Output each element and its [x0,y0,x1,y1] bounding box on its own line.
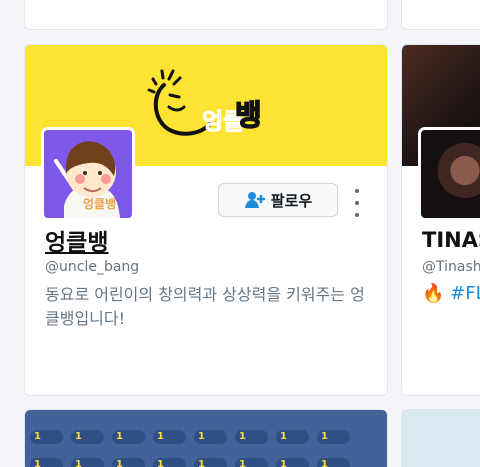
next-profile-bio[interactable]: 🔥 #FL [422,283,480,304]
pattern-chip: 1 [317,458,350,467]
profile-grid: 엉클 뱅 엉클뱅 팔로우 엉클뱅 @uncle_bang 동요로 어린이의 창의… [0,0,480,467]
pattern-chip: 1 [30,430,63,444]
uncle-bang-logo: 엉클 뱅 [147,69,262,136]
follow-label: 팔로우 [270,192,313,210]
pattern-chip: 1 [71,458,104,467]
pattern-chip: 1 [112,458,145,467]
person-add-icon [244,192,266,208]
pattern-chip: 1 [153,458,186,467]
pattern-chip: 1 [71,430,104,444]
pattern-chip: 1 [235,430,268,444]
pattern-chip: 1 [112,430,145,444]
follow-button[interactable]: 팔로우 [218,183,338,217]
logo-text-2: 뱅 [235,98,262,132]
profile-handle: @uncle_bang [45,259,140,275]
pattern-chip: 1 [276,430,309,444]
bottom-photo-card[interactable] [401,409,480,467]
next-profile-avatar[interactable] [418,127,480,221]
profile-card[interactable]: 엉클 뱅 엉클뱅 팔로우 엉클뱅 @uncle_bang 동요로 어린이의 창의… [24,44,388,396]
pattern-chip: 1 [276,458,309,467]
previous-profile-card-bottom-right[interactable] [401,0,480,30]
next-profile-card[interactable]: TINAS @Tinash 🔥 #FL [401,44,480,396]
profile-bio: 동요로 어린이의 창의력과 상상력을 키워주는 엉클뱅입니다! [45,285,365,328]
previous-profile-card-bottom[interactable] [24,0,388,30]
pattern-chip: 1 [194,430,227,444]
cartoon-avatar-icon: 엉클뱅 [44,130,132,218]
pattern-chip: 1 [317,430,350,444]
pattern-chip: 1 [30,458,63,467]
next-profile-name[interactable]: TINAS [422,228,480,252]
pattern-chip: 1 [153,430,186,444]
next-profile-handle: @Tinash [422,259,480,275]
avatar-logo-text: 엉클뱅 [83,196,116,211]
profile-avatar[interactable]: 엉클뱅 [41,127,135,221]
pattern-chip: 1 [194,458,227,467]
more-options-icon[interactable] [349,189,365,217]
profile-name[interactable]: 엉클뱅 [45,223,108,257]
pattern-chip: 1 [235,458,268,467]
bottom-profile-banner[interactable]: 11111111 11111111 [24,409,388,467]
